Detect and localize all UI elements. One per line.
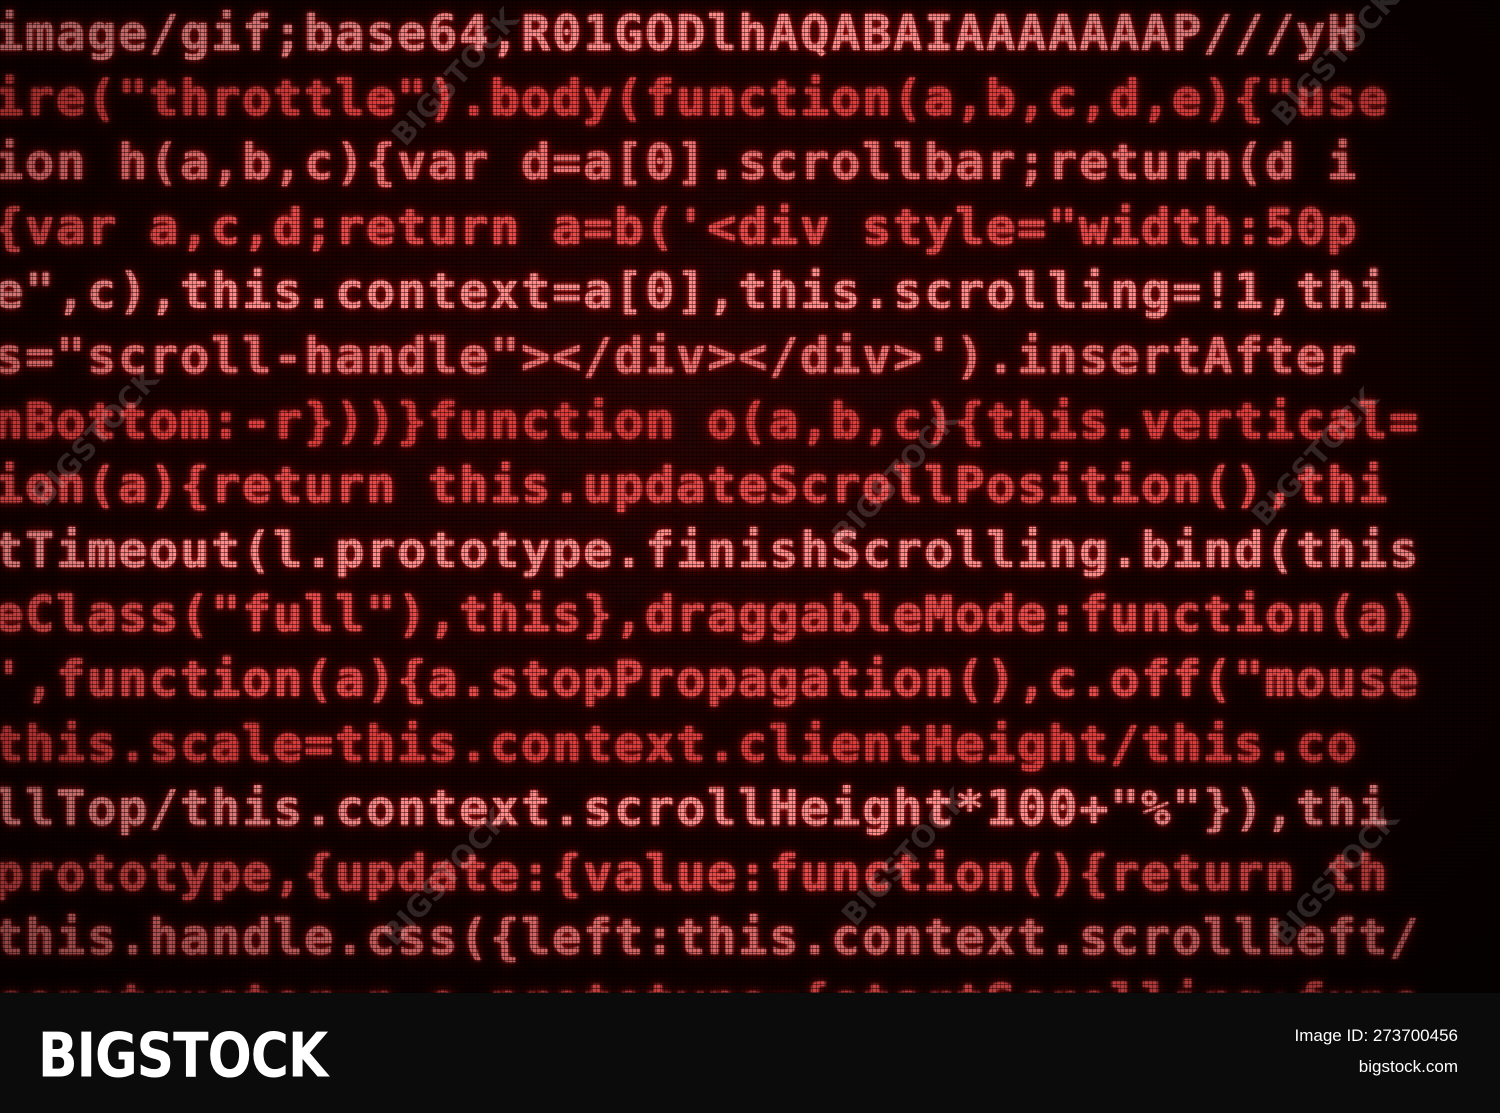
code-line: ',function(a){a.stopPropagation(),c.off(… bbox=[0, 650, 1421, 708]
code-line: ion h(a,b,c){var d=a[0].scrollbar;return… bbox=[0, 134, 1359, 192]
code-lines: image/gif;base64,R01GODlhAQABAIAAAAAAAP/… bbox=[0, 2, 1500, 993]
code-line: {var a,c,d;return a=b('<div style="width… bbox=[0, 198, 1359, 256]
code-line: prototype,{update:{value:function(){retu… bbox=[0, 844, 1390, 902]
code-line: this.handle.css({left:this.context.scrol… bbox=[0, 909, 1421, 967]
code-line: tTimeout(l.prototype.finishScrolling.bin… bbox=[0, 521, 1421, 579]
site-url: bigstock.com bbox=[1358, 1057, 1458, 1076]
code-line: llTop/this.context.scrollHeight*100+"%"}… bbox=[0, 780, 1390, 838]
code-line: image/gif;base64,R01GODlhAQABAIAAAAAAAP/… bbox=[0, 5, 1359, 62]
bigstock-logo: BIGSTOCK bbox=[38, 1021, 328, 1092]
code-line: ire("throttle").body(function(a,b,c,d,e)… bbox=[0, 69, 1390, 127]
code-screen-photo: image/gif;base64,R01GODlhAQABAIAAAAAAAP/… bbox=[0, 0, 1500, 993]
code-line: constructor=n,o.prototype={startScrollin… bbox=[0, 971, 1500, 993]
code-line: eClass("full"),this},draggableMode:funct… bbox=[0, 586, 1421, 644]
code-line: this.scale=this.context.clientHeight/thi… bbox=[0, 715, 1359, 773]
image-id-label: Image ID: 273700456 bbox=[1294, 1026, 1458, 1045]
code-line: s="scroll-handle"></div></div>').insertA… bbox=[0, 327, 1359, 385]
code-line: ion(a){return this.updateScrollPosition(… bbox=[0, 457, 1390, 515]
code-line: e",c),this.context=a[0],this.scrolling=!… bbox=[0, 263, 1390, 321]
code-line: nBottom:-r}))}function o(a,b,c){this.ver… bbox=[0, 392, 1421, 450]
stock-footer-bar: BIGSTOCK Image ID: 273700456 bigstock.co… bbox=[0, 993, 1500, 1113]
